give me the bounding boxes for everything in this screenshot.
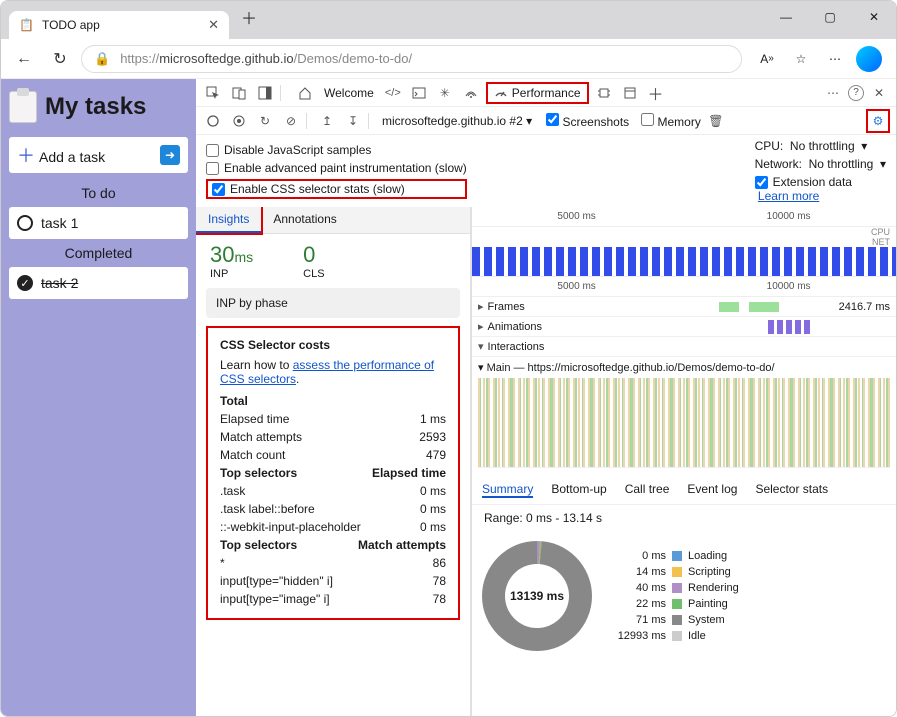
summary-donut: 13139 ms	[482, 541, 592, 651]
settings-gear-icon[interactable]: ⚙	[866, 109, 890, 133]
tab-performance[interactable]: Performance	[486, 82, 589, 104]
read-aloud-icon[interactable]: A»	[754, 46, 780, 72]
screenshots-checkbox[interactable]: Screenshots	[546, 113, 629, 129]
cls-metric: 0 CLS	[303, 242, 324, 280]
elements-icon[interactable]: </>	[382, 82, 404, 104]
trash-icon[interactable]: 🗑	[705, 110, 727, 132]
copilot-icon[interactable]	[856, 46, 882, 72]
upload-icon[interactable]: ↥	[316, 110, 338, 132]
overview-timeline[interactable]	[472, 247, 896, 277]
task-row[interactable]: task 1	[9, 207, 188, 239]
subtab-bottomup[interactable]: Bottom-up	[551, 482, 606, 498]
refresh-button[interactable]: ↻	[45, 44, 75, 74]
help-icon[interactable]: ?	[848, 85, 864, 101]
address-bar: ← ↻ 🔒 https://microsoftedge.github.io/De…	[1, 39, 896, 79]
page-icon: 📋	[19, 18, 34, 32]
application-icon[interactable]	[619, 82, 641, 104]
favorite-icon[interactable]: ☆	[788, 46, 814, 72]
close-tab-icon[interactable]: ✕	[208, 17, 219, 33]
recording-selector[interactable]: microsoftedge.github.io #2 ▾	[378, 114, 536, 128]
devtools-panel: Welcome </> ✳ Performance ＋ ⋯ ? ✕	[196, 79, 896, 716]
inp-metric: 30ms INP	[210, 242, 253, 280]
css-selector-stats-checkbox[interactable]: Enable CSS selector stats (slow)	[206, 179, 467, 199]
paint-instr-checkbox[interactable]: Enable advanced paint instrumentation (s…	[206, 161, 467, 175]
new-tab-button[interactable]: ＋	[229, 5, 269, 29]
disable-js-checkbox[interactable]: Disable JavaScript samples	[206, 143, 467, 157]
learn-more-link[interactable]: Learn more	[758, 189, 819, 203]
unchecked-icon[interactable]	[17, 215, 33, 231]
inspect-icon[interactable]	[202, 82, 224, 104]
browser-tab[interactable]: 📋 TODO app ✕	[9, 11, 229, 39]
dock-icon[interactable]	[254, 82, 276, 104]
todo-heading: To do	[9, 185, 188, 201]
device-toggle-icon[interactable]	[228, 82, 250, 104]
back-button[interactable]: ←	[9, 44, 39, 74]
animations-track[interactable]: ▸Animations	[472, 317, 896, 337]
flame-chart[interactable]	[478, 378, 890, 468]
url-input[interactable]: 🔒 https://microsoftedge.github.io/Demos/…	[81, 45, 742, 73]
submit-task-button[interactable]: ➜	[160, 145, 180, 165]
download-icon[interactable]: ↧	[342, 110, 364, 132]
home-icon[interactable]	[294, 82, 316, 104]
add-task-input[interactable]: ＋Add a task ➜	[9, 137, 188, 173]
subtab-eventlog[interactable]: Event log	[687, 482, 737, 498]
task-row[interactable]: ✓ task 2	[9, 267, 188, 299]
record-reload-icon[interactable]	[228, 110, 250, 132]
main-track-header[interactable]: ▾ Main — https://microsoftedge.github.io…	[478, 361, 890, 374]
memory-icon[interactable]	[593, 82, 615, 104]
range-text: Range: 0 ms - 13.14 s	[472, 505, 896, 531]
memory-checkbox[interactable]: Memory	[641, 113, 701, 129]
frames-track[interactable]: ▸Frames2416.7 ms	[472, 297, 896, 317]
page-title: My tasks	[9, 91, 188, 123]
insights-tab[interactable]: Insights	[196, 207, 261, 233]
close-devtools-icon[interactable]: ✕	[868, 82, 890, 104]
close-window-button[interactable]: ✕	[852, 1, 896, 33]
inp-phase-card[interactable]: INP by phase	[206, 288, 460, 318]
maximize-button[interactable]: ▢	[808, 1, 852, 33]
interactions-track[interactable]: ▾Interactions	[472, 337, 896, 357]
subtab-summary[interactable]: Summary	[482, 482, 533, 498]
subtab-selectorstats[interactable]: Selector stats	[755, 482, 828, 498]
network-throttle-select[interactable]: No throttling ▾	[809, 157, 886, 171]
tab-welcome[interactable]: Welcome	[320, 86, 378, 100]
reload-icon[interactable]: ↻	[254, 110, 276, 132]
clipboard-icon	[9, 91, 37, 123]
annotations-tab[interactable]: Annotations	[261, 207, 348, 233]
new-tab-icon[interactable]: ＋	[645, 82, 667, 104]
console-icon[interactable]	[408, 82, 430, 104]
bug-icon[interactable]: ✳	[434, 82, 456, 104]
more-icon[interactable]: ⋯	[822, 46, 848, 72]
performance-icon	[494, 86, 508, 100]
more-devtools-icon[interactable]: ⋯	[822, 82, 844, 104]
lock-icon: 🔒	[94, 51, 110, 67]
webpage-content: My tasks ＋Add a task ➜ To do task 1 Comp…	[1, 79, 196, 716]
completed-heading: Completed	[9, 245, 188, 261]
plus-icon: ＋	[17, 146, 35, 166]
minimize-button[interactable]: —	[764, 1, 808, 33]
clear-icon[interactable]: ⊘	[280, 110, 302, 132]
css-selector-costs-panel: CSS Selector costs Learn how to assess t…	[206, 326, 460, 620]
record-button[interactable]	[202, 110, 224, 132]
subtab-calltree[interactable]: Call tree	[625, 482, 670, 498]
tab-title: TODO app	[42, 18, 100, 32]
checked-icon[interactable]: ✓	[17, 275, 33, 291]
network-icon[interactable]	[460, 82, 482, 104]
summary-legend: 0 msLoading14 msScripting40 msRendering2…	[616, 548, 739, 644]
cpu-throttle-select[interactable]: No throttling ▾	[790, 139, 867, 153]
extension-data-checkbox[interactable]: Extension data	[755, 175, 886, 189]
titlebar: 📋 TODO app ✕ ＋ — ▢ ✕	[1, 1, 896, 39]
